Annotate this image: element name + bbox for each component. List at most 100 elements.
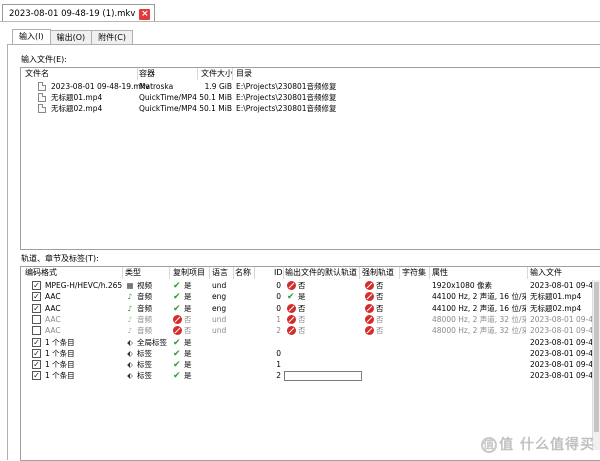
track-source-file: 2023-08-01 09-48-19 xyxy=(530,360,592,370)
track-row[interactable]: ✓ 1 个条目 ⬖ 标签 ✔是 2 2023-08-01 09-48-19 xyxy=(21,371,600,382)
no-icon xyxy=(365,303,374,315)
col-header-copy[interactable]: 复制项目 xyxy=(173,267,205,279)
check-icon: ✔ xyxy=(287,292,295,303)
check-icon: ✔ xyxy=(173,337,181,348)
col-header-id[interactable]: ID xyxy=(274,267,283,279)
track-row[interactable]: AAC ♪ 音频 否 und 2 否 否 48000 Hz, 2 声道, 32 位/采样 2023… xyxy=(21,326,600,336)
note-icon: ♪ xyxy=(127,314,133,324)
subtab-bar: 输入(I) 输出(O) 附件(C) xyxy=(12,29,133,45)
tab-input[interactable]: 输入(I) xyxy=(12,29,51,44)
track-row[interactable]: ✓ 1 个条目 ⬖ 全局标签 ✔是 2023-08-01 09-48-19 xyxy=(21,337,600,348)
track-codec: AAC xyxy=(45,303,61,313)
file-container: Matroska xyxy=(139,82,174,91)
col-header-forced[interactable]: 强制轨道 xyxy=(362,267,394,279)
file-icon xyxy=(38,82,46,91)
track-codec: AAC xyxy=(45,292,61,302)
track-type: 标签 xyxy=(137,360,152,370)
track-type: 标签 xyxy=(137,371,152,381)
note-icon: ♪ xyxy=(127,326,133,336)
col-header-codec[interactable]: 编码格式 xyxy=(25,267,57,279)
tracks-list[interactable]: 编码格式 类型 复制项目 语言 名称 ID 输出文件的默认轨道 强制轨道 字符集… xyxy=(20,266,600,461)
file-tab[interactable]: 2023-08-01 09-48-19 (1).mkv × xyxy=(2,4,156,21)
track-checkbox[interactable]: ✓ xyxy=(32,360,41,370)
file-tab-title: 2023-08-01 09-48-19 (1).mkv xyxy=(9,9,136,19)
input-file-row[interactable]: 2023-08-01 09-48-19.mkv Matroska 1.9 GiB… xyxy=(21,82,600,92)
check-icon: ✔ xyxy=(173,348,181,359)
track-language: eng xyxy=(212,303,227,313)
col-header-charset[interactable]: 字符集 xyxy=(402,267,426,279)
file-container: QuickTime/MP4 xyxy=(139,104,197,113)
col-header-source-file[interactable]: 输入文件 xyxy=(530,267,562,279)
note-icon: ♪ xyxy=(127,292,133,302)
track-row[interactable]: AAC ♪ 音频 否 und 1 否 否 48000 Hz, 2 声道, 32 位/采样 2023… xyxy=(21,314,600,325)
tag-icon: ⬖ xyxy=(127,371,133,381)
track-checkbox[interactable]: ✓ xyxy=(32,371,41,381)
track-copy-value: 否 xyxy=(184,326,192,336)
film-icon: ▦ xyxy=(126,281,134,290)
col-header-type[interactable]: 类型 xyxy=(125,267,141,279)
tab-attachments[interactable]: 附件(C) xyxy=(91,30,133,44)
file-name: 无标题01.mp4 xyxy=(51,93,103,102)
col-header-container[interactable]: 容器 xyxy=(139,68,155,80)
track-id: 0 xyxy=(276,348,281,358)
col-header-properties[interactable]: 属性 xyxy=(432,267,448,279)
track-row[interactable]: ✓ MPEG-H/HEVC/h.265 ▦ 视频 ✔ 是 und 0 否 否 1920x1080 像… xyxy=(21,281,600,291)
track-default-value: 否 xyxy=(298,281,306,290)
input-file-row[interactable]: 无标题01.mp4 QuickTime/MP4 50.1 MiB E:\Proj… xyxy=(21,93,600,103)
note-icon: ♪ xyxy=(127,303,133,313)
track-language: und xyxy=(212,314,227,324)
tab-output[interactable]: 输出(O) xyxy=(49,30,93,44)
tab-strip-divider xyxy=(0,21,600,22)
check-icon: ✔ xyxy=(173,303,181,314)
col-header-filename[interactable]: 文件名 xyxy=(25,68,49,80)
track-row[interactable]: ✓ AAC ♪ 音频 ✔是 eng 0 否 否 44100 Hz, 2 声道, 16 位/采样无标… xyxy=(21,303,600,315)
track-source-file: 2023-08-01 09-48-19 xyxy=(530,281,592,290)
track-row[interactable]: ✓ 1 个条目 ⬖ 标签 ✔是 0 2023-08-01 09-48-19 xyxy=(21,348,600,359)
track-checkbox[interactable]: ✓ xyxy=(32,303,41,313)
track-checkbox[interactable]: ✓ xyxy=(32,292,41,302)
check-icon: ✔ xyxy=(173,292,181,303)
scrollbar-thumb[interactable] xyxy=(594,282,599,432)
col-header-size[interactable]: 文件大小 xyxy=(201,68,233,80)
track-source-file: 无标题02.mp4 xyxy=(530,303,582,313)
track-copy-value: 是 xyxy=(184,281,192,290)
col-header-language[interactable]: 语言 xyxy=(212,267,228,279)
track-checkbox[interactable]: ✓ xyxy=(32,348,41,358)
track-row[interactable]: ✓ 1 个条目 ⬖ 标签 ✔是 1 2023-08-01 09-48-19 xyxy=(21,360,600,370)
input-file-row[interactable]: 无标题02.mp4 QuickTime/MP4 50.1 MiB E:\Proj… xyxy=(21,104,600,114)
inline-edit-field[interactable] xyxy=(284,371,362,382)
track-properties: 1920x1080 像素 xyxy=(432,281,492,290)
file-icon xyxy=(38,104,46,113)
no-icon xyxy=(173,326,182,337)
track-checkbox[interactable]: ✓ xyxy=(32,337,41,347)
track-codec: 1 个条目 xyxy=(45,348,75,358)
check-icon: ✔ xyxy=(173,371,181,382)
track-source-file: 2023-08-01 09-48-19 xyxy=(530,314,592,324)
track-forced-value: 否 xyxy=(376,281,384,290)
track-checkbox[interactable] xyxy=(32,326,41,336)
track-row[interactable]: ✓AAC♪音频✔是eng0✔是否44100 Hz, 2 声道, 16 位/采样无… xyxy=(21,292,600,302)
file-directory: E:\Projects\230801音频修复 xyxy=(236,82,337,91)
input-files-list[interactable]: 文件名 容器 文件大小 目录 2023-08-01 09-48-19.mkv M… xyxy=(20,67,600,250)
file-directory: E:\Projects\230801音频修复 xyxy=(236,93,337,102)
track-id: 0 xyxy=(276,292,281,302)
track-properties: 44100 Hz, 2 声道, 16 位/采样 xyxy=(432,303,526,313)
tracks-label: 轨道、章节及标签(T): xyxy=(21,254,99,263)
tag-icon: ⬖ xyxy=(127,360,133,370)
track-copy-value: 是 xyxy=(184,337,192,347)
file-container: QuickTime/MP4 xyxy=(139,93,197,102)
no-icon xyxy=(287,281,296,292)
track-id: 1 xyxy=(276,360,281,370)
col-header-name[interactable]: 名称 xyxy=(235,267,251,279)
col-header-directory[interactable]: 目录 xyxy=(236,68,252,80)
track-language: eng xyxy=(212,292,227,302)
track-checkbox[interactable]: ✓ xyxy=(32,281,41,290)
track-id: 2 xyxy=(276,371,281,381)
track-checkbox[interactable] xyxy=(32,314,41,324)
tracks-vertical-scrollbar[interactable] xyxy=(592,280,600,450)
col-header-default-track[interactable]: 输出文件的默认轨道 xyxy=(285,267,357,279)
close-tab-icon[interactable]: × xyxy=(139,8,151,20)
check-icon: ✔ xyxy=(173,281,181,291)
file-size: 50.1 MiB xyxy=(199,104,232,113)
file-size: 50.1 MiB xyxy=(199,93,232,102)
